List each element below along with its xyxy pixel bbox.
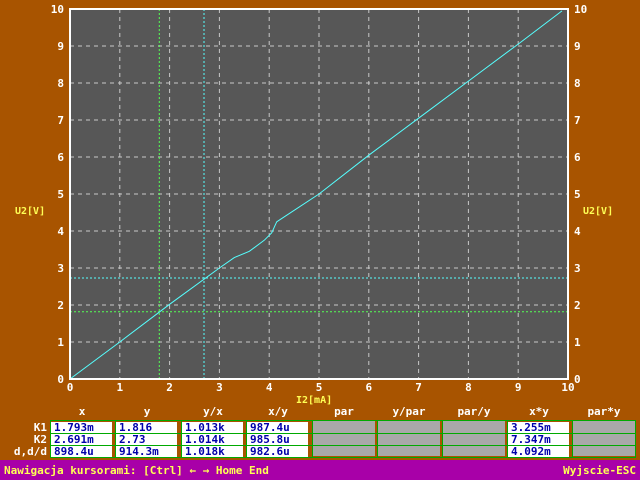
readout-cell: 987.4u [247, 422, 308, 433]
y-tick-label-left: 2 [57, 299, 64, 312]
y-tick-label-right: 4 [574, 225, 581, 238]
y-tick-label-right: 0 [574, 373, 581, 386]
exit-hint[interactable]: Wyjscie-ESC [563, 464, 636, 477]
y-tick-label-left: 0 [57, 373, 64, 386]
readout-cell: 3.255m [508, 422, 569, 433]
readout-grid-line [377, 420, 378, 458]
readout-grid-line [442, 420, 443, 458]
readout-cell: 7.347m [508, 434, 569, 445]
readout-header: x/y [268, 405, 288, 418]
y-tick-label-left: 8 [57, 77, 64, 90]
x-tick-label: 1 [116, 381, 123, 394]
x-tick-label: 0 [67, 381, 74, 394]
x-tick-label: 9 [515, 381, 522, 394]
y-tick-label-right: 6 [574, 151, 581, 164]
readout-grid-line [50, 420, 636, 421]
y-tick-label-right: 2 [574, 299, 581, 312]
readout-row-label: d,d/d [13, 445, 47, 458]
plot-area[interactable]: 0 1 2 3 4 5 6 7 8 9 10 0 1 2 3 4 5 6 7 8 9 10 0 1 2 3 4 5 6 7 8 9 10 U… [0, 0, 640, 405]
readout-cell: 982.6u [247, 446, 308, 457]
y-tick-label-left: 1 [57, 336, 64, 349]
x-tick-label: 7 [415, 381, 422, 394]
readout-cell: 4.092m [508, 446, 569, 457]
readout-grid-line [181, 420, 182, 458]
y-axis-right-ticks: 0 1 2 3 4 5 6 7 8 9 10 [574, 3, 587, 386]
y-tick-label-right: 8 [574, 77, 581, 90]
readout-cell: 898.4u [51, 446, 112, 457]
y-tick-label-left: 9 [57, 40, 64, 53]
readout-grid-line [635, 420, 636, 458]
x-tick-label: 3 [216, 381, 223, 394]
y-tick-label-left: 6 [57, 151, 64, 164]
x-axis-ticks: 0 1 2 3 4 5 6 7 8 9 10 [67, 381, 575, 394]
readout-cell: 914.3m [116, 446, 177, 457]
readout-grid-line [50, 445, 636, 446]
readout-empty-column [312, 420, 375, 456]
y-tick-label-left: 5 [57, 188, 64, 201]
y-tick-label-right: 9 [574, 40, 581, 53]
y-tick-label-right: 3 [574, 262, 581, 275]
readout-header: y [143, 405, 151, 418]
y-tick-label-left: 3 [57, 262, 64, 275]
y-axis-label-right: U2[V] [583, 206, 613, 217]
x-axis-label: I2[mA] [296, 395, 332, 405]
y-tick-label-left: 7 [57, 114, 64, 127]
readout-header: par [334, 405, 354, 418]
y-tick-label-right: 10 [574, 3, 587, 16]
readout-grid-line [572, 420, 573, 458]
y-tick-label-left: 10 [51, 3, 64, 16]
y-axis-left-ticks: 0 1 2 3 4 5 6 7 8 9 10 [51, 3, 65, 386]
readout-cell: 2.691m [51, 434, 112, 445]
status-bar: Nawigacja kursorami: [Ctrl] ← → Home End… [0, 460, 640, 480]
readout-header: par/y [457, 405, 491, 418]
readout-grid-line [115, 420, 116, 458]
readout-grid-line [246, 420, 247, 458]
readout-cell: 2.73 [116, 434, 177, 445]
readout-header: x*y [529, 405, 549, 418]
y-tick-label-right: 5 [574, 188, 581, 201]
y-tick-label-right: 1 [574, 336, 581, 349]
readout-header: y/x [203, 405, 223, 418]
x-tick-label: 8 [465, 381, 472, 394]
readout-cell: 1.014k [182, 434, 243, 445]
readout-empty-column [572, 420, 635, 456]
x-tick-label: 4 [266, 381, 273, 394]
readout-cell: 985.8u [247, 434, 308, 445]
readout-grid-line [507, 420, 508, 458]
readout-grid-line [50, 433, 636, 434]
y-tick-label-right: 7 [574, 114, 581, 127]
readout-header: y/par [392, 405, 426, 418]
readout-cell: 1.816 [116, 422, 177, 433]
readout-grid-line [50, 457, 636, 458]
x-tick-label: 2 [166, 381, 173, 394]
readout-cell: 1.793m [51, 422, 112, 433]
readout-grid-line [312, 420, 313, 458]
y-tick-label-left: 4 [57, 225, 64, 238]
y-axis-label-left: U2[V] [15, 206, 45, 217]
navigation-hint: Nawigacja kursorami: [Ctrl] ← → Home End [4, 464, 269, 477]
readout-empty-column [377, 420, 440, 456]
readout-cell: 1.018k [182, 446, 243, 457]
x-tick-label: 10 [561, 381, 574, 394]
x-tick-label: 5 [316, 381, 323, 394]
x-tick-label: 6 [365, 381, 372, 394]
readout-empty-column [442, 420, 505, 456]
readout-header: x [78, 405, 86, 418]
readout-header: par*y [587, 405, 621, 418]
readout-grid-line [50, 420, 51, 458]
readout-cell: 1.013k [182, 422, 243, 433]
